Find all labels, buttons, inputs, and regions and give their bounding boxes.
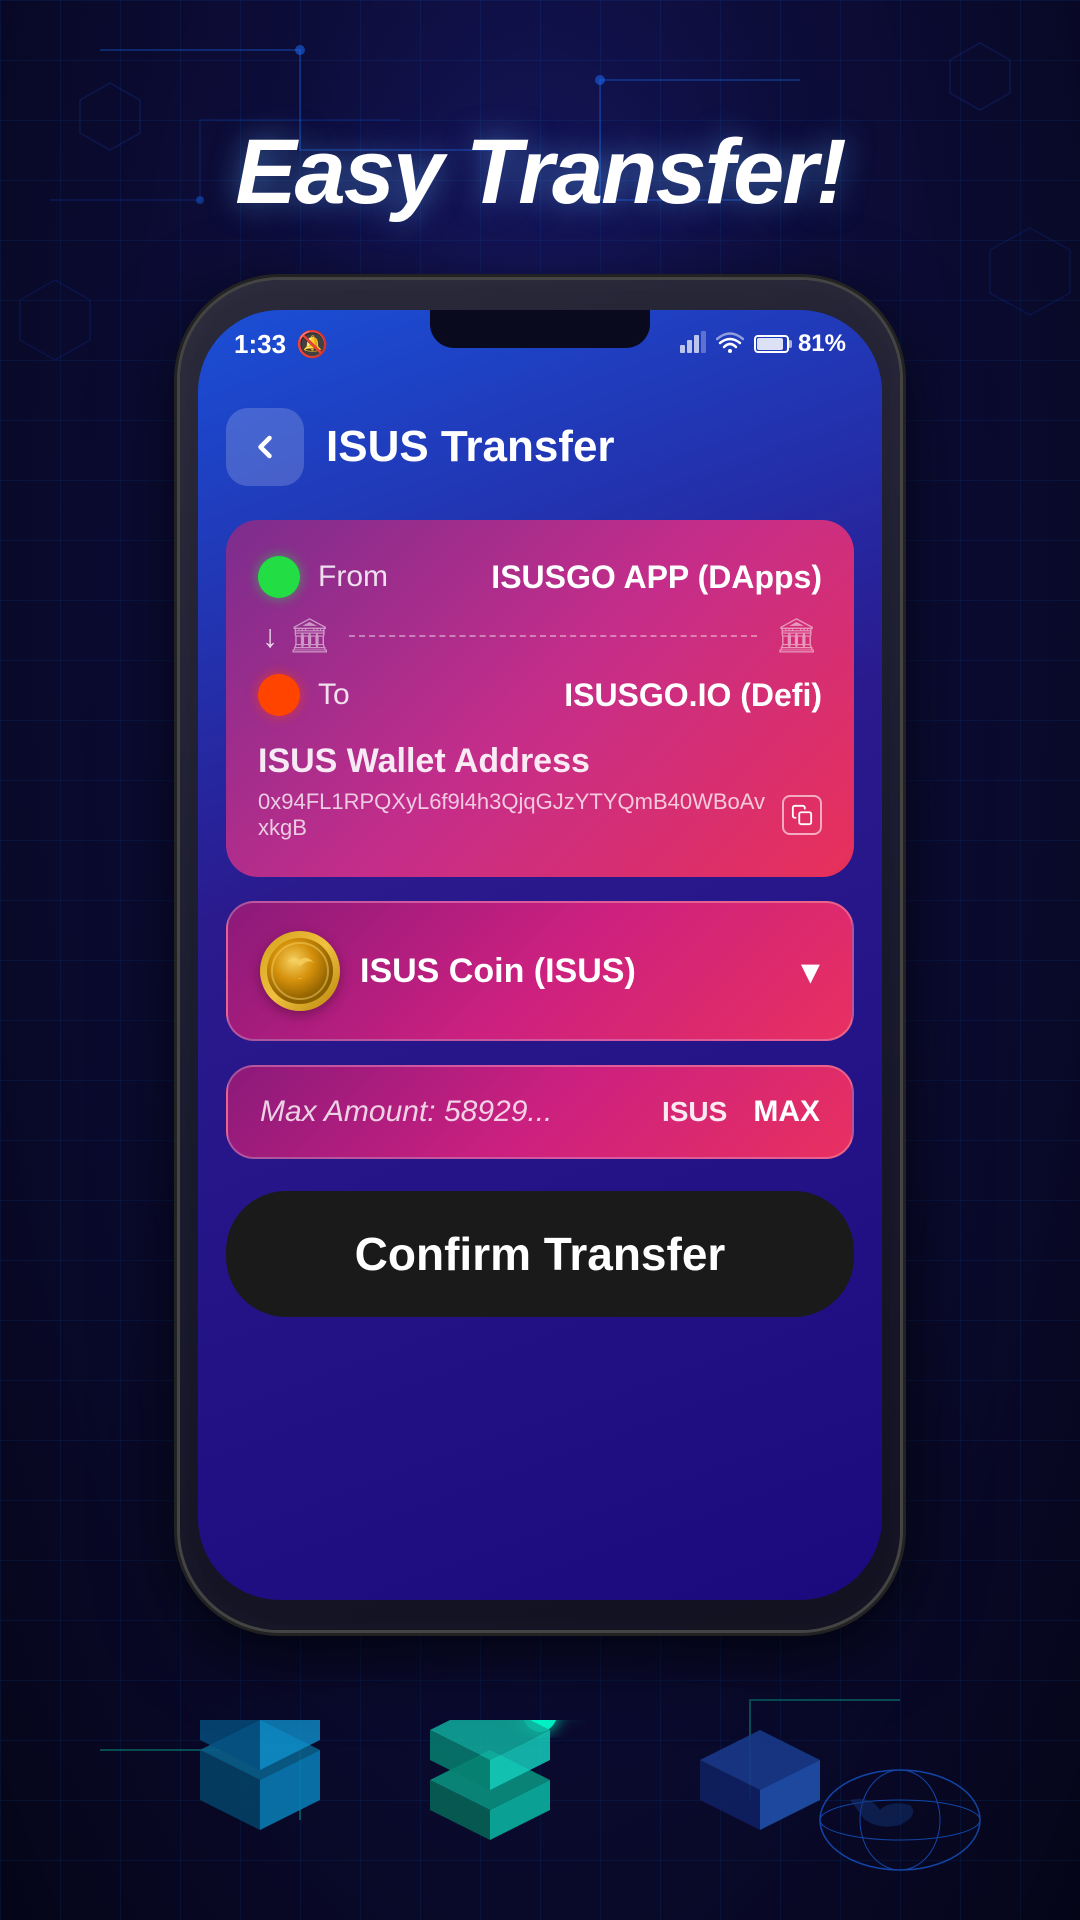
wallet-section: ISUS Wallet Address 0x94FL1RPQXyL6f9l4h3… (258, 742, 822, 841)
copy-button[interactable] (782, 795, 822, 835)
screen-content: ISUS Transfer From ISUSGO APP (DApps) ↓ … (198, 378, 882, 1600)
max-button[interactable]: MAX (753, 1095, 820, 1129)
battery-icon: 81% (754, 330, 846, 358)
amount-field[interactable]: Max Amount: 58929... ISUS MAX (226, 1065, 854, 1159)
notch (430, 310, 650, 348)
time: 1:33 (234, 329, 286, 360)
chevron-down-icon: ▾ (801, 949, 820, 994)
amount-currency: ISUS (662, 1096, 727, 1128)
phone-screen: 1:33 🔕 (198, 310, 882, 1600)
from-status-dot (258, 556, 300, 598)
bank-icon-left: 🏛 (288, 616, 331, 656)
bank-icon-right: 🏛 (775, 616, 818, 656)
confirm-transfer-button[interactable]: Confirm Transfer (226, 1191, 854, 1317)
battery-percent: 81% (798, 330, 846, 358)
wifi-icon (716, 329, 744, 360)
transfer-card: From ISUSGO APP (DApps) ↓ 🏛 🏛 To (226, 520, 854, 877)
back-button[interactable] (226, 408, 304, 486)
hero-title: Easy Transfer! (0, 120, 1080, 225)
from-row: From ISUSGO APP (DApps) (258, 556, 822, 598)
coin-label: ISUS Coin (ISUS) (360, 952, 781, 991)
to-row: To ISUSGO.IO (Defi) (258, 674, 822, 716)
mute-icon: 🔕 (296, 329, 328, 360)
arrow-row: ↓ 🏛 🏛 (258, 616, 822, 656)
coin-icon (260, 931, 340, 1011)
bottom-illustration (0, 1720, 1080, 1920)
header-row: ISUS Transfer (226, 398, 854, 496)
dashed-line (349, 635, 757, 637)
from-source: ISUSGO APP (DApps) (491, 559, 822, 596)
to-label: To (318, 678, 350, 712)
wallet-address-text: 0x94FL1RPQXyL6f9l4h3QjqGJzYTYQmB40WBoAvx… (258, 789, 772, 841)
down-arrow-icon: ↓ (262, 618, 278, 655)
coin-selector[interactable]: ISUS Coin (ISUS) ▾ (226, 901, 854, 1041)
page-title: ISUS Transfer (326, 422, 615, 472)
signal-icon (680, 329, 706, 360)
wallet-section-title: ISUS Wallet Address (258, 742, 822, 781)
phone-frame: 1:33 🔕 (180, 280, 900, 1630)
from-label: From (318, 560, 388, 594)
to-destination: ISUSGO.IO (Defi) (564, 677, 822, 714)
to-status-dot (258, 674, 300, 716)
amount-label: Max Amount: 58929... (260, 1095, 646, 1129)
wallet-address-row: 0x94FL1RPQXyL6f9l4h3QjqGJzYTYQmB40WBoAvx… (258, 789, 822, 841)
confirm-button-label: Confirm Transfer (355, 1228, 726, 1280)
